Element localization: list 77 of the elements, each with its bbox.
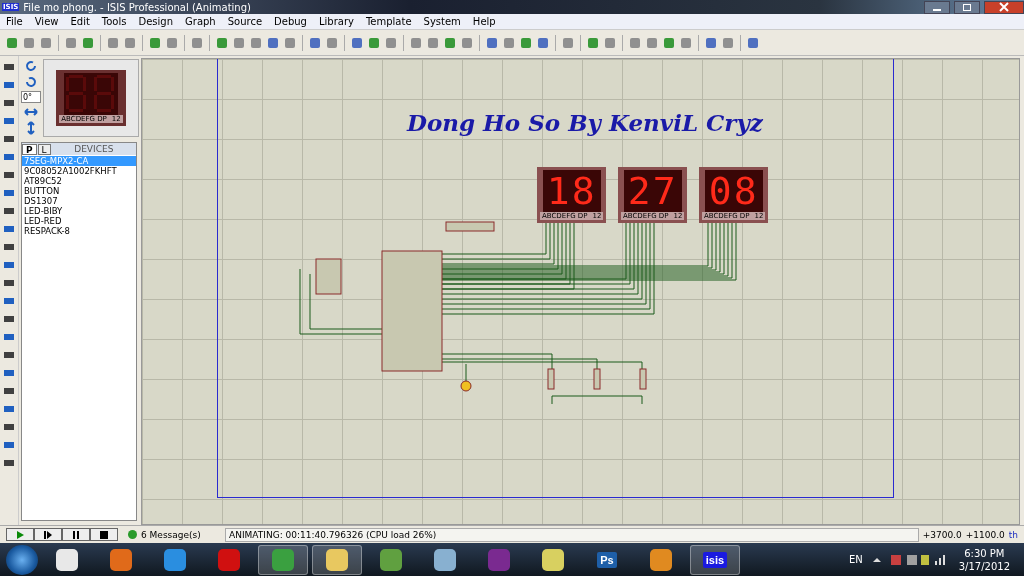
language-indicator[interactable]: EN [848, 554, 863, 565]
start-button[interactable] [6, 544, 38, 575]
app-icon [218, 548, 240, 571]
step-icon [43, 529, 53, 540]
display-digits: 08 [704, 170, 763, 212]
picker-tab[interactable]: P [22, 143, 37, 155]
app-icon [272, 548, 294, 571]
display-digits: 27 [623, 170, 682, 212]
picker-tab[interactable]: L [37, 143, 51, 155]
menu-item[interactable]: File [6, 16, 23, 27]
push-button-drawing [593, 368, 601, 390]
devices-header: DEVICES [73, 144, 115, 154]
digit-drawing [93, 74, 117, 114]
play-icon [15, 529, 25, 540]
device-item[interactable]: RESPACK-8 [22, 226, 136, 236]
device-item[interactable]: DS1307 [22, 196, 136, 206]
close-icon [999, 2, 1009, 12]
menu-item[interactable]: System [423, 16, 461, 27]
pause-button[interactable] [62, 528, 90, 541]
display-digits: 18 [542, 170, 601, 212]
clock-chip-drawing [315, 258, 342, 295]
units-label[interactable]: th [1008, 529, 1024, 540]
menu-item[interactable]: Template [365, 16, 412, 27]
app-logo-icon: isis [702, 551, 728, 568]
menu-item[interactable]: View [34, 16, 59, 27]
menu-item[interactable]: Help [472, 16, 496, 27]
pause-icon [71, 529, 81, 540]
minimize-button[interactable] [924, 0, 950, 14]
x-coordinate: +3700.0 [922, 529, 962, 540]
device-item[interactable]: 9C08052A1002FKHFT [22, 166, 136, 176]
app-icon [380, 548, 402, 571]
menu-item[interactable]: Graph [185, 16, 216, 27]
taskbar-app[interactable] [312, 544, 362, 575]
push-button-drawing [547, 368, 555, 390]
menu-item[interactable]: Debug [274, 16, 307, 27]
step-button[interactable] [34, 528, 62, 541]
push-button-drawing [639, 368, 647, 390]
taskbar-app[interactable]: Ps [582, 544, 632, 575]
device-item[interactable]: LED-RED [22, 216, 136, 226]
app-icon [110, 548, 132, 571]
digit-drawing [65, 74, 89, 114]
app-logo-icon: Ps [597, 551, 617, 568]
schematic-title: Dong Ho So By KenviL Cryz [407, 109, 763, 136]
rotate-clockwise-icon[interactable] [23, 59, 39, 73]
app-icon [434, 548, 456, 571]
stop-button[interactable] [90, 528, 118, 541]
window-title: File mo phong. - ISIS Professional (Animating) [23, 1, 251, 13]
menu-item[interactable]: Library [318, 16, 354, 27]
play-button[interactable] [6, 528, 34, 541]
maximize-button[interactable] [954, 0, 980, 14]
device-item[interactable]: BUTTON [22, 186, 136, 196]
device-item[interactable]: AT89C52 [22, 176, 136, 186]
minimize-icon [933, 9, 941, 11]
menu-item[interactable]: Source [227, 16, 263, 27]
app-icon [326, 548, 348, 571]
menu-item[interactable]: Edit [70, 16, 90, 27]
simulation-status: ANIMATING: 00:11:40.796326 (CPU load 26%) [225, 527, 919, 542]
info-icon [128, 530, 137, 539]
y-coordinate: +1100.0 [965, 529, 1005, 540]
clock[interactable]: 6:30 PM 3/17/2012 [958, 546, 1024, 573]
app-icon [650, 548, 672, 571]
stop-icon [99, 529, 109, 540]
message-count[interactable]: 6 Message(s) [141, 529, 221, 540]
app-icon [56, 548, 78, 571]
rotation-field[interactable]: 0° [21, 91, 41, 103]
menu-item[interactable]: Tools [101, 16, 127, 27]
menu-item[interactable]: Design [138, 16, 173, 27]
app-icon [164, 548, 186, 571]
restore-icon [962, 2, 972, 12]
app-icon [488, 548, 510, 571]
rotate-anticlockwise-icon[interactable] [23, 75, 39, 89]
resistor-pack-drawing [445, 221, 495, 232]
close-button[interactable] [984, 0, 1024, 14]
led-drawing [460, 380, 472, 392]
taskbar-app[interactable]: isis [690, 544, 740, 575]
app-icon [542, 548, 564, 571]
device-item[interactable]: LED-BIBY [22, 206, 136, 216]
